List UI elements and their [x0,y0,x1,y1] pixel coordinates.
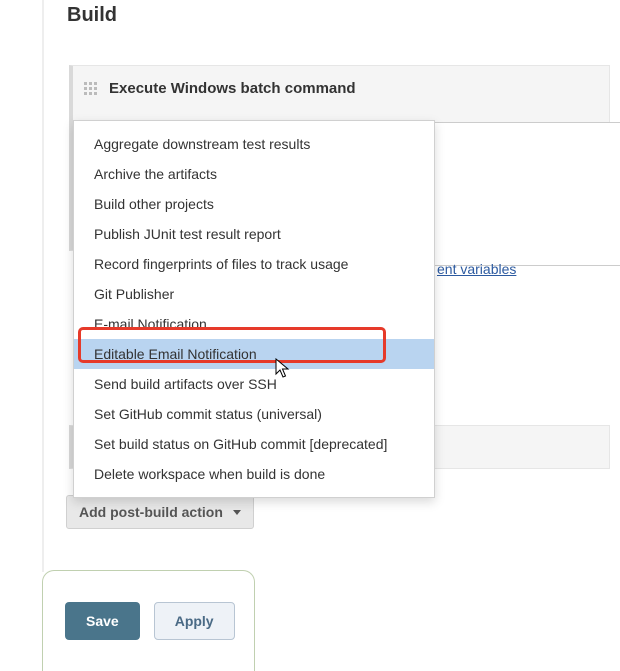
dropdown-item[interactable]: Set build status on GitHub commit [depre… [74,429,434,459]
save-button[interactable]: Save [65,602,140,640]
environment-variables-link[interactable]: ent variables [437,261,516,277]
apply-button[interactable]: Apply [154,602,235,640]
add-post-build-action-button[interactable]: Add post-build action [66,495,254,529]
footer-actions: Save Apply [42,570,255,671]
dropdown-item[interactable]: Aggregate downstream test results [74,129,434,159]
section-title-build: Build [67,4,117,27]
caret-down-icon [233,510,241,515]
dropdown-item[interactable]: Record fingerprints of files to track us… [74,249,434,279]
build-step-header: Execute Windows batch command [73,66,609,111]
dropdown-item[interactable]: Set GitHub commit status (universal) [74,399,434,429]
post-build-action-dropdown: Aggregate downstream test resultsArchive… [73,120,435,498]
dropdown-item[interactable]: Delete workspace when build is done [74,459,434,489]
dropdown-item[interactable]: Publish JUnit test result report [74,219,434,249]
add-post-build-action-label: Add post-build action [79,504,223,520]
left-border-decoration [42,0,44,572]
build-step-title: Execute Windows batch command [109,80,356,97]
dropdown-item[interactable]: Git Publisher [74,279,434,309]
drag-handle-icon[interactable] [83,81,99,97]
dropdown-item[interactable]: Send build artifacts over SSH [74,369,434,399]
dropdown-item[interactable]: Build other projects [74,189,434,219]
dropdown-item[interactable]: Archive the artifacts [74,159,434,189]
dropdown-item[interactable]: E-mail Notification [74,309,434,339]
dropdown-item[interactable]: Editable Email Notification [74,339,434,369]
